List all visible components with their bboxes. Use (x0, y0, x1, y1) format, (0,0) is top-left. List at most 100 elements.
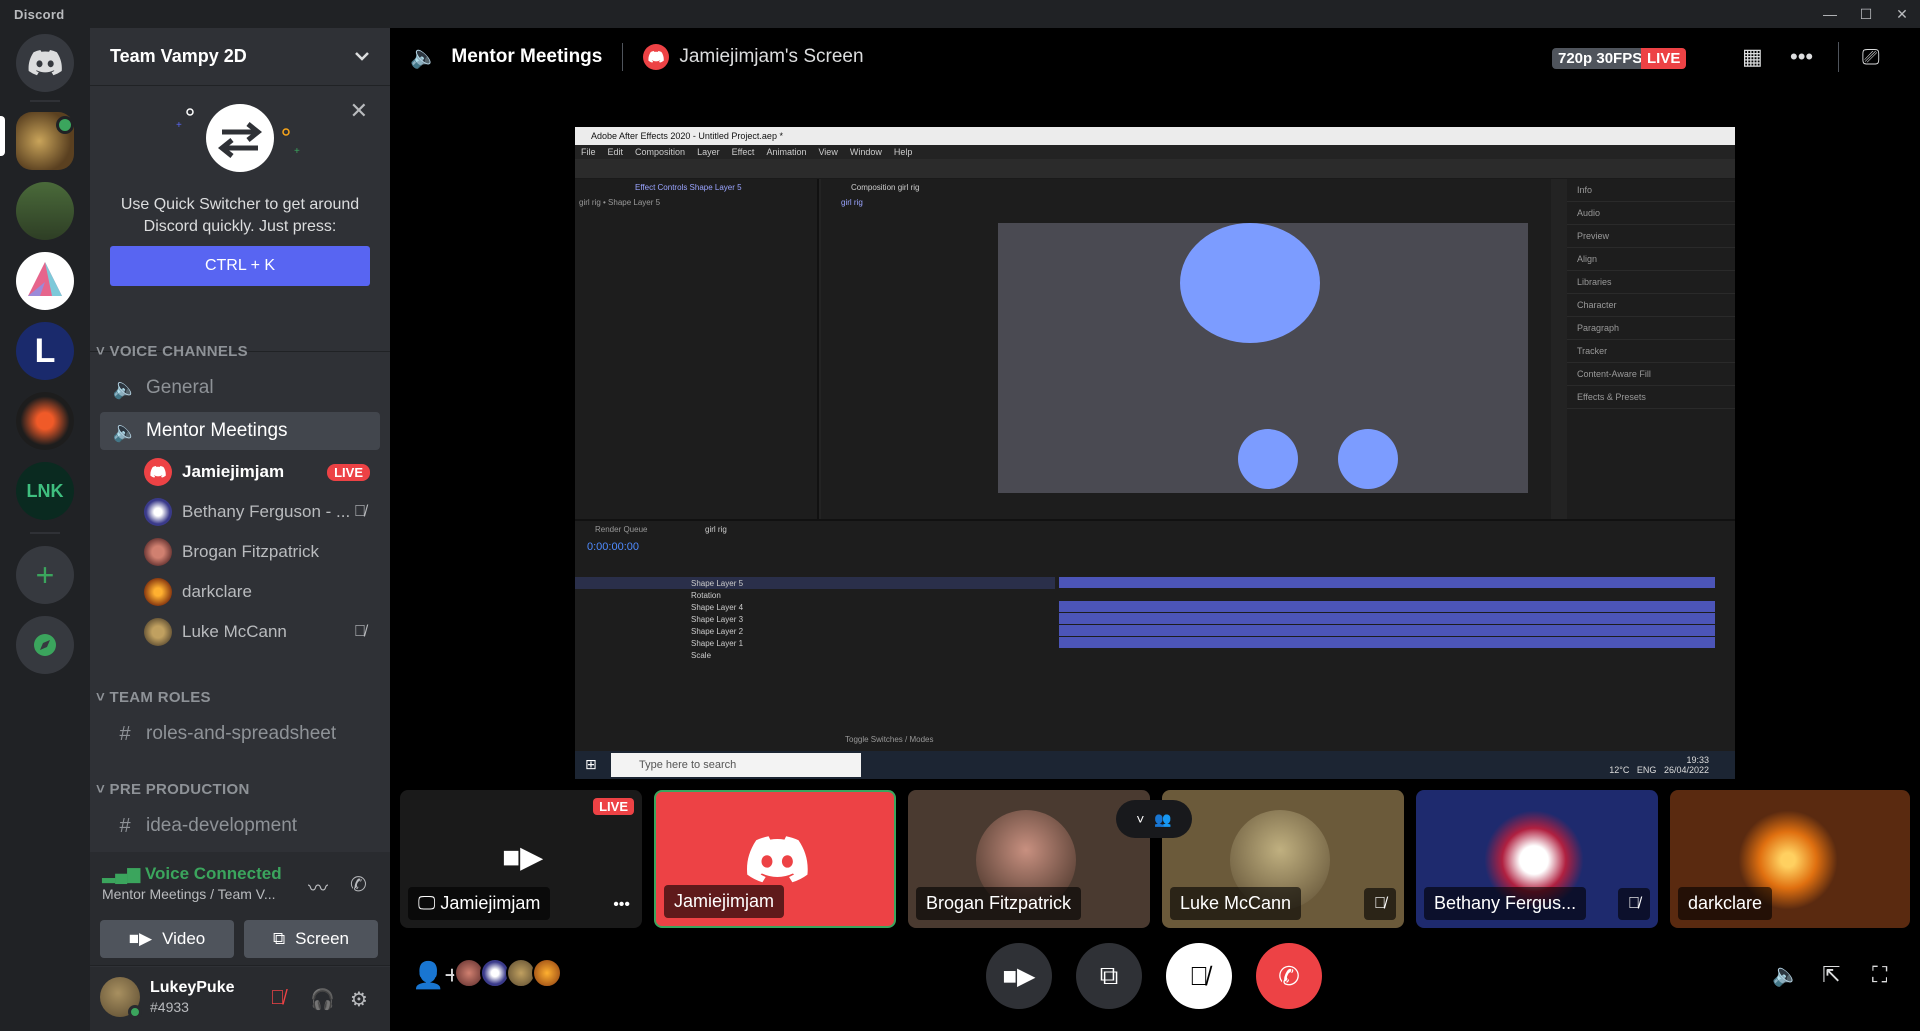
ae-toolbar (575, 159, 1735, 179)
tile-bethany[interactable]: Bethany Fergus... 🎙̸ (1416, 790, 1658, 928)
participants-toggle[interactable]: ˅ 👥 (1116, 800, 1192, 838)
category-team-roles[interactable]: ˅ TEAM ROLES (96, 689, 211, 706)
voice-channel-mentor-meetings[interactable]: 🔈 Mentor Meetings (100, 412, 380, 450)
category-pre-production[interactable]: ˅ PRE PRODUCTION (96, 781, 250, 798)
close-window-button[interactable]: ✕ (1884, 0, 1920, 28)
home-button[interactable] (16, 34, 74, 92)
category-voice-channels[interactable]: ˅ VOICE CHANNELS (96, 343, 248, 360)
muted-mic-icon: 🎙̸ (354, 503, 366, 520)
voice-user-brogan[interactable]: Brogan Fitzpatrick (144, 535, 380, 569)
speaker-icon: 🔈 (410, 44, 438, 69)
ae-timeline: Render Queue girl rig 0:00:00:00 Shape L… (575, 519, 1735, 751)
shared-screen[interactable]: Adobe After Effects 2020 - Untitled Proj… (575, 127, 1735, 779)
quick-switcher-text: Use Quick Switcher to get around Discord… (120, 196, 360, 235)
disconnect-call-icon[interactable]: ✆ (350, 872, 367, 897)
inbox-icon[interactable]: ⎚ (1862, 44, 1880, 70)
streamer-avatar (643, 44, 670, 70)
ae-layer-bar (1059, 613, 1715, 624)
tile-brogan[interactable]: Brogan Fitzpatrick (908, 790, 1150, 928)
fullscreen-icon[interactable]: ⛶ (1872, 962, 1887, 988)
noise-suppression-icon[interactable]: 〰 (308, 872, 328, 901)
screen-share-button[interactable]: ⧉ Screen (244, 920, 378, 958)
ae-layer-bar (1059, 637, 1715, 648)
tray-time: 19:33 (1686, 755, 1709, 765)
user-avatar[interactable] (100, 977, 142, 1019)
video-button[interactable]: ■▶ Video (100, 920, 234, 958)
minimize-button[interactable]: — (1812, 0, 1848, 28)
ae-tab: Render Queue (595, 525, 648, 534)
participant-avatars[interactable] (454, 958, 562, 988)
voice-user-luke[interactable]: Luke McCann 🎙̸ (144, 615, 380, 649)
ae-menu-bar: File Edit Composition Layer Effect Anima… (575, 145, 1735, 159)
speaker-icon: 🔈 (112, 377, 138, 400)
voice-user-name: Brogan Fitzpatrick (182, 542, 319, 561)
maximize-button[interactable]: ☐ (1848, 0, 1884, 28)
voice-status[interactable]: ▂▄▆ Voice Connected (102, 864, 282, 884)
ae-panel-item: Align (1567, 248, 1735, 271)
pop-out-icon[interactable]: ⇱ (1822, 962, 1840, 988)
screen-share-toggle-button[interactable]: ⧉ (1076, 943, 1142, 1009)
selected-indicator (0, 116, 5, 156)
more-options-icon[interactable]: ••• (1790, 44, 1813, 70)
server-icon-4[interactable]: L (16, 322, 74, 380)
leave-call-button[interactable]: ✆ (1256, 943, 1322, 1009)
server-icon-6[interactable]: LNK (16, 462, 74, 520)
ae-toggle-label: Toggle Switches / Modes (845, 735, 934, 744)
server-icon-3[interactable] (16, 252, 74, 310)
channel-label: General (146, 377, 214, 398)
voice-status-label: Voice Connected (144, 864, 282, 883)
close-icon[interactable]: ✕ (350, 98, 368, 124)
server-rail: L LNK + (0, 28, 90, 1031)
voice-channel-general[interactable]: 🔈 General (100, 369, 380, 407)
gear-icon[interactable]: ⚙ (350, 987, 368, 1012)
voice-user-bethany[interactable]: Bethany Ferguson - ... 🎙̸ (144, 495, 380, 529)
voice-user-name: darkclare (182, 582, 252, 601)
ae-layer-row: Shape Layer 1 (575, 637, 1055, 649)
tile-darkclare[interactable]: darkclare (1670, 790, 1910, 928)
svg-text:+: + (176, 120, 182, 131)
live-badge: LIVE (327, 463, 370, 481)
add-server-icon[interactable]: + (16, 546, 74, 604)
tile-luke[interactable]: Luke McCann 🎙̸ (1162, 790, 1404, 928)
explore-servers-icon[interactable] (16, 616, 74, 674)
separator (30, 100, 60, 102)
circle-shape (1238, 429, 1298, 489)
server-icon-2[interactable] (16, 182, 74, 240)
tray-clock: 19:33 26/04/2022 (1664, 755, 1709, 775)
ae-timecode: 0:00:00:00 (587, 541, 639, 553)
muted-mic-icon: 🎙̸ (1618, 888, 1650, 920)
tile-stream-preview[interactable]: LIVE ■▶ 🖵 Jamiejimjam ••• (400, 790, 642, 928)
volume-icon[interactable]: 🔈 (1772, 962, 1799, 988)
grid-layout-icon[interactable]: ▦ (1742, 44, 1763, 70)
disconnect-icon: ✆ (1278, 960, 1300, 991)
taskbar-search: Type here to search (611, 753, 861, 777)
tile-jamiejimjam[interactable]: Jamiejimjam (654, 790, 896, 928)
camera-toggle-button[interactable]: ■▶ (986, 943, 1052, 1009)
headphones-icon[interactable]: 🎧 (310, 987, 335, 1012)
camera-icon: ■▶ (1002, 962, 1036, 990)
voice-user-jamiejimjam[interactable]: Jamiejimjam LIVE (144, 455, 380, 489)
svg-text:+: + (294, 146, 300, 157)
mute-mic-icon[interactable]: 🎙̸ (270, 987, 285, 1010)
quick-switcher-shortcut-button[interactable]: CTRL + K (110, 246, 370, 286)
guild-header[interactable]: Team Vampy 2D (90, 28, 390, 86)
ae-menu-item: Effect (731, 147, 755, 157)
voice-location: Mentor Meetings / Team V... (102, 886, 276, 902)
text-channel-roles[interactable]: # roles-and-spreadsheet (100, 715, 380, 753)
ae-canvas (998, 223, 1528, 493)
ae-menu-item: Composition (635, 147, 686, 157)
text-channel-idea[interactable]: # idea-development (100, 807, 380, 845)
ae-panel-tab: Effect Controls Shape Layer 5 (635, 183, 742, 192)
ae-menu-item: Edit (607, 147, 624, 157)
voice-user-darkclare[interactable]: darkclare (144, 575, 380, 609)
ae-effect-controls-panel: Effect Controls Shape Layer 5 girl rig •… (575, 179, 819, 519)
mic-toggle-button[interactable]: 🎙̸ (1166, 943, 1232, 1009)
quick-switcher-panel: ✕ + + Use Quick Switcher to get around D… (90, 86, 390, 352)
server-name: Team Vampy 2D (110, 46, 247, 66)
ae-window-title: Adobe After Effects 2020 - Untitled Proj… (575, 127, 1735, 145)
add-person-icon[interactable]: 👤+ (412, 960, 460, 991)
tile-name: darkclare (1678, 887, 1773, 920)
more-options-icon[interactable]: ••• (613, 896, 630, 914)
server-icon-5[interactable] (16, 392, 74, 450)
ae-menu-item: Layer (697, 147, 720, 157)
